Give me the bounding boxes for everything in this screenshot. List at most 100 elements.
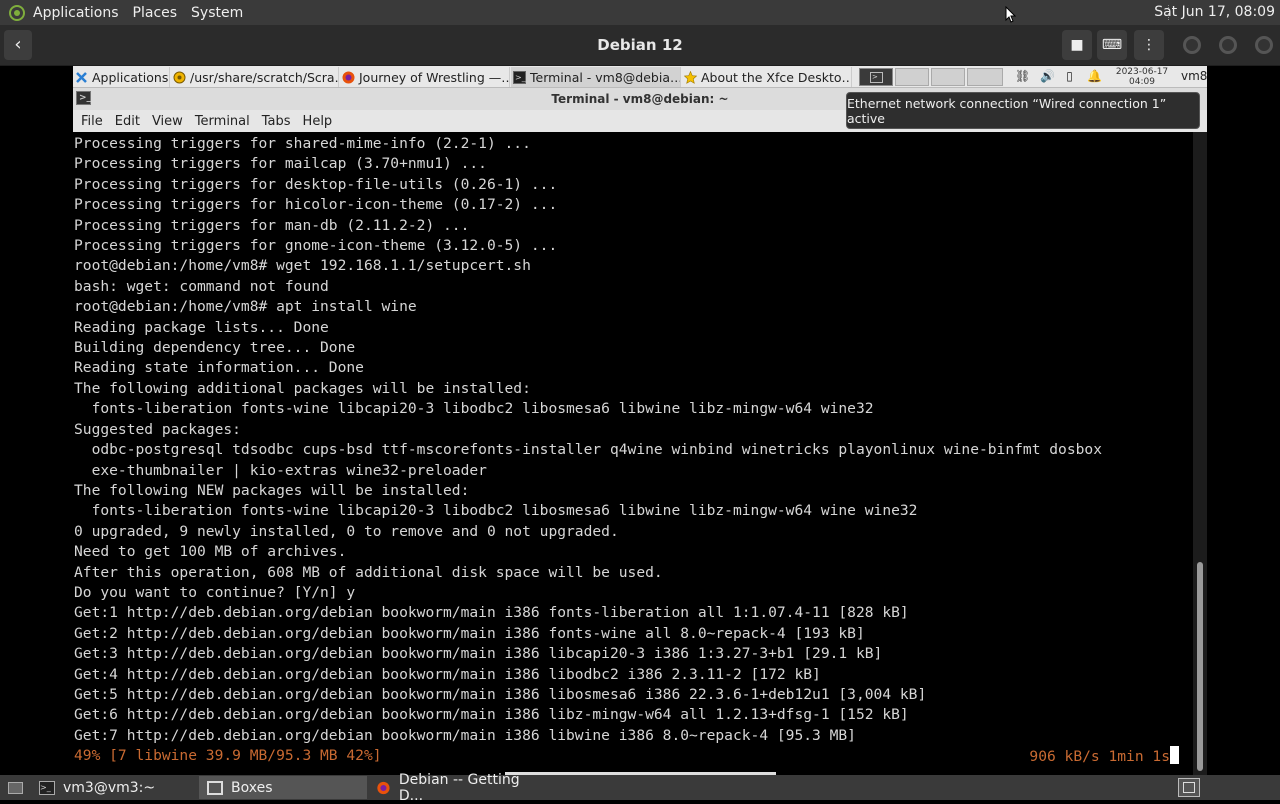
desktop-icon xyxy=(8,781,23,794)
menu-tabs[interactable]: Tabs xyxy=(262,114,291,129)
system-menu[interactable]: System xyxy=(191,5,243,21)
places-menu[interactable]: Places xyxy=(133,5,178,21)
terminal-line: fonts-liberation fonts-wine libcapi20-3 … xyxy=(74,400,874,418)
terminal-line: Need to get 100 MB of archives. xyxy=(74,543,347,561)
taskbar-item-label: Boxes xyxy=(231,779,273,796)
taskbar-item-label: vm3@vm3:~ xyxy=(63,779,156,796)
menu-view[interactable]: View xyxy=(152,114,183,129)
taskbar-item-firefox[interactable]: Debian -- Getting D... xyxy=(368,772,538,804)
terminal-line: bash: wget: command not found xyxy=(74,277,329,295)
terminal-line: Processing triggers for shared-mime-info… xyxy=(74,135,531,152)
terminal-line: root@debian:/home/vm8# wget 192.168.1.1/… xyxy=(74,257,531,275)
terminal-line: Get:7 http://deb.debian.org/debian bookw… xyxy=(74,726,856,744)
terminal-line: Processing triggers for man-db (2.11.2-2… xyxy=(74,216,470,234)
terminal-line: Reading state information... Done xyxy=(74,359,364,377)
download-rate-text: 906 kB/s 1min 1s xyxy=(1029,748,1170,766)
stop-icon: ■ xyxy=(1070,37,1084,53)
host-top-panel: Applications Places System Sat Jun 17, 0… xyxy=(0,0,1280,25)
terminal-line: 0 upgraded, 9 newly installed, 0 to remo… xyxy=(74,522,619,540)
workspace-4[interactable] xyxy=(967,68,1003,86)
workspace-1[interactable]: > xyxy=(859,68,893,86)
guest-panel: Applications /usr/share/scratch/Scra… Jo… xyxy=(73,66,1207,88)
terminal-line: Processing triggers for desktop-file-uti… xyxy=(74,175,558,193)
terminal-line: Suggested packages: xyxy=(74,420,241,438)
terminal-icon: > xyxy=(870,72,883,83)
guest-applications-menu[interactable]: Applications xyxy=(73,67,170,87)
terminal-line: odbc-postgresql tdsodbc cups-bsd ttf-msc… xyxy=(74,441,1102,459)
terminal-line: root@debian:/home/vm8# apt install wine xyxy=(74,298,417,316)
terminal-line: Get:3 http://deb.debian.org/debian bookw… xyxy=(74,645,883,663)
mouse-pointer-icon xyxy=(1005,6,1016,23)
taskbar-item-boxes[interactable]: Boxes xyxy=(199,776,367,799)
firefox-icon xyxy=(377,781,390,794)
boxes-icon xyxy=(207,780,223,795)
star-icon xyxy=(684,70,697,84)
menu-terminal[interactable]: Terminal xyxy=(195,114,250,129)
menu-button[interactable]: ⋮ xyxy=(1134,30,1164,60)
terminal-line: Reading package lists... Done xyxy=(74,318,329,336)
terminal-line: Do you want to continue? [Y/n] y xyxy=(74,583,356,601)
guest-task-label: About the Xfce Deskto… xyxy=(701,69,852,85)
stop-button[interactable]: ■ xyxy=(1062,30,1092,60)
guest-user[interactable]: vm8 xyxy=(1181,69,1207,83)
battery-icon[interactable]: ▯ xyxy=(1063,70,1076,83)
close-button[interactable] xyxy=(1255,36,1273,54)
terminal-line: After this operation, 608 MB of addition… xyxy=(74,563,663,581)
guest-task-label: Journey of Wrestling —… xyxy=(359,69,510,85)
guest-task-label: Terminal - vm8@debia… xyxy=(530,69,681,85)
workspace-2[interactable] xyxy=(895,68,929,86)
guest-task-firefox[interactable]: Journey of Wrestling —… xyxy=(340,67,510,87)
terminal-line: Get:4 http://deb.debian.org/debian bookw… xyxy=(74,665,821,683)
guest-time: 04:09 xyxy=(1129,77,1155,87)
terminal-line: Get:1 http://deb.debian.org/debian bookw… xyxy=(74,604,909,622)
menu-file[interactable]: File xyxy=(81,114,103,129)
guest-task-scratch[interactable]: /usr/share/scratch/Scra… xyxy=(171,67,339,87)
terminal-line: Get:6 http://deb.debian.org/debian bookw… xyxy=(74,706,909,724)
xfce-logo-icon xyxy=(76,71,87,83)
volume-icon[interactable]: 🔊 xyxy=(1040,70,1055,83)
scratch-icon xyxy=(173,71,186,83)
progress-line: 49% [7 libwine 39.9 MB/95.3 MB 42%] 906 k… xyxy=(74,746,1193,766)
terminal-line: Get:2 http://deb.debian.org/debian bookw… xyxy=(74,624,865,642)
scrollbar-thumb[interactable] xyxy=(1197,562,1203,771)
download-progress: 49% [7 libwine 39.9 MB/95.3 MB 42%] xyxy=(74,747,382,765)
gnome-foot-icon[interactable] xyxy=(7,4,27,22)
keyboard-button[interactable]: ⌨ xyxy=(1097,30,1127,60)
window-icon xyxy=(1183,782,1195,793)
boxes-header-bar: ‹ Debian 12 ■ ⌨ ⋮ xyxy=(0,25,1280,66)
network-icon[interactable]: ⛓ xyxy=(1015,70,1030,83)
terminal-line: Processing triggers for gnome-icon-theme… xyxy=(74,237,558,255)
guest-screen[interactable]: Applications /usr/share/scratch/Scra… Jo… xyxy=(73,66,1207,775)
show-desktop-button[interactable] xyxy=(0,776,30,799)
terminal-icon: >_ xyxy=(39,780,55,795)
terminal-output[interactable]: Processing triggers for shared-mime-info… xyxy=(73,132,1193,775)
terminal-line: Processing triggers for hicolor-icon-the… xyxy=(74,196,558,214)
terminal-cursor xyxy=(1170,746,1179,765)
menu-help[interactable]: Help xyxy=(303,114,333,129)
terminal-icon: >_ xyxy=(513,70,526,84)
maximize-button[interactable] xyxy=(1219,36,1237,54)
terminal-scrollbar[interactable] xyxy=(1193,132,1207,775)
menu-edit[interactable]: Edit xyxy=(115,114,140,129)
guest-clock[interactable]: 2023-06-17 04:09 xyxy=(1113,67,1171,87)
notification-bell-icon[interactable]: 🔔 xyxy=(1087,70,1102,83)
terminal-line: The following additional packages will b… xyxy=(74,379,531,397)
guest-task-label: Applications xyxy=(92,69,169,85)
minimize-button[interactable] xyxy=(1183,36,1201,54)
applications-menu[interactable]: Applications xyxy=(33,5,119,21)
guest-date: 2023-06-17 xyxy=(1115,67,1169,77)
notification-text: Ethernet network connection “Wired conne… xyxy=(847,95,1167,126)
network-notification[interactable]: Ethernet network connection “Wired conne… xyxy=(846,92,1200,129)
taskbar-item-terminal[interactable]: >_ vm3@vm3:~ xyxy=(31,776,198,799)
terminal-line: The following NEW packages will be insta… xyxy=(74,481,470,499)
clock[interactable]: Sat Jun 17, 08:09 xyxy=(1154,4,1275,20)
guest-task-terminal[interactable]: >_ Terminal - vm8@debia… xyxy=(511,67,681,87)
guest-task-label: /usr/share/scratch/Scra… xyxy=(190,69,339,85)
guest-task-about-xfce[interactable]: About the Xfce Deskto… xyxy=(682,67,852,87)
host-taskbar: >_ vm3@vm3:~ Boxes Debian -- Getting D..… xyxy=(0,772,1280,804)
workspace-switcher[interactable] xyxy=(1178,778,1200,797)
terminal-line: Get:5 http://deb.debian.org/debian bookw… xyxy=(74,685,927,703)
terminal-line: Building dependency tree... Done xyxy=(74,339,356,357)
workspace-3[interactable] xyxy=(931,68,965,86)
terminal-line: Processing triggers for mailcap (3.70+nm… xyxy=(74,155,487,173)
